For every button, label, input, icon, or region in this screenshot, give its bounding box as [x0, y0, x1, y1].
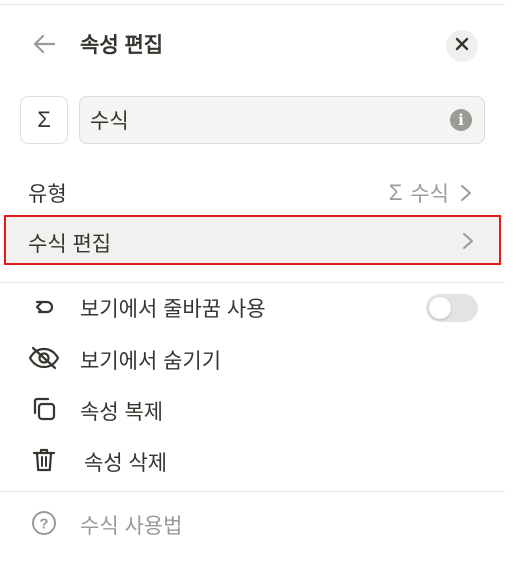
top-divider — [0, 4, 505, 5]
property-type-icon-button[interactable]: Σ — [20, 96, 68, 144]
edit-formula-row[interactable]: 수식 편집 — [4, 215, 501, 265]
eye-off-icon — [28, 344, 60, 372]
duplicate-icon — [28, 395, 60, 423]
panel-header: 속성 편집 — [0, 22, 505, 70]
delete-property-label: 속성 삭제 — [84, 452, 168, 475]
duplicate-property-item[interactable]: 속성 복제 — [0, 385, 505, 431]
page-title: 속성 편집 — [80, 34, 164, 57]
property-name-input[interactable] — [90, 97, 440, 143]
footer-divider — [0, 491, 505, 492]
sigma-icon: Σ — [37, 107, 51, 132]
formula-help-link[interactable]: ? 수식 사용법 — [0, 499, 505, 545]
close-icon — [455, 37, 469, 56]
chevron-right-icon — [463, 233, 473, 249]
chevron-right-icon — [461, 185, 471, 201]
wrap-in-view-item[interactable]: 보기에서 줄바꿈 사용 — [0, 282, 505, 328]
back-button[interactable] — [28, 30, 60, 62]
help-glyph: ? — [39, 516, 48, 533]
info-glyph: i — [458, 111, 464, 129]
sigma-icon: Σ — [388, 180, 403, 205]
property-name-field[interactable]: i — [79, 96, 485, 144]
wrap-in-view-label: 보기에서 줄바꿈 사용 — [80, 298, 266, 321]
arrow-left-icon — [32, 34, 56, 59]
info-icon[interactable]: i — [450, 109, 472, 131]
hide-in-view-label: 보기에서 숨기기 — [80, 350, 222, 373]
type-value-text: 수식 — [410, 183, 449, 206]
toggle-knob — [429, 297, 451, 319]
edit-formula-label: 수식 편집 — [28, 233, 112, 256]
type-label: 유형 — [28, 183, 67, 206]
formula-help-label: 수식 사용법 — [80, 515, 183, 538]
close-button[interactable] — [446, 30, 478, 62]
delete-property-item[interactable]: 속성 삭제 — [0, 436, 505, 482]
property-type-row[interactable]: 유형 Σ 수식 — [0, 168, 505, 214]
wrap-icon — [28, 292, 60, 320]
type-value: Σ 수식 — [389, 178, 475, 208]
hide-in-view-item[interactable]: 보기에서 숨기기 — [0, 334, 505, 380]
duplicate-property-label: 속성 복제 — [80, 401, 164, 424]
help-circle-icon: ? — [28, 509, 60, 537]
trash-icon — [28, 446, 60, 474]
wrap-toggle[interactable] — [426, 294, 478, 322]
